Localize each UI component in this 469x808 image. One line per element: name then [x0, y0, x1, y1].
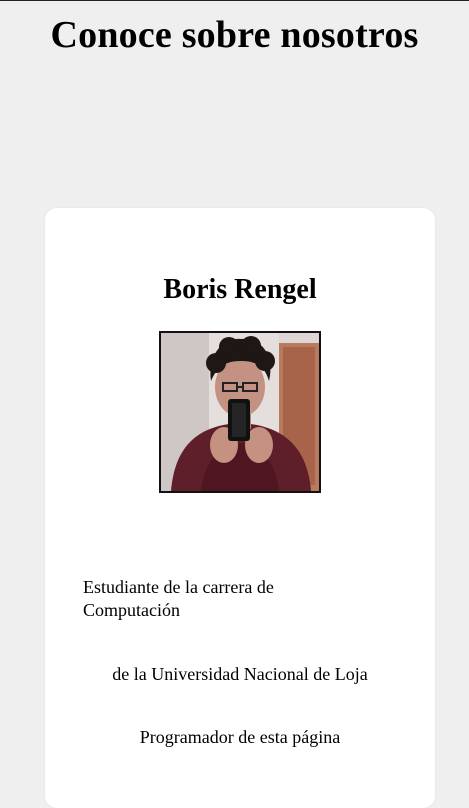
- profile-photo-image: [161, 333, 319, 491]
- profile-card: Boris Rengel Estudiante de la carrera de…: [45, 208, 435, 808]
- profile-description-line-2: de la Universidad Nacional de Loja: [112, 664, 368, 684]
- page-title: Conoce sobre nosotros: [50, 14, 419, 56]
- profile-description-line-3: Programador de esta página: [139, 727, 341, 747]
- profile-description-line-1: Estudiante de la carrera de Computación: [83, 577, 274, 620]
- profile-name: Boris Rengel: [163, 274, 317, 305]
- profile-photo: [159, 331, 321, 493]
